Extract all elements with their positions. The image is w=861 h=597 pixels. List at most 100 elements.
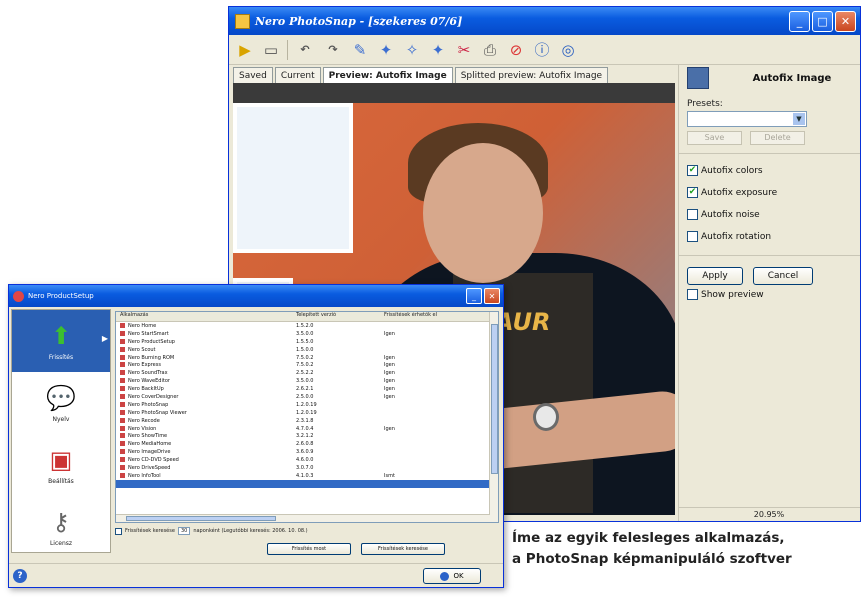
row-version: 7.5.0.2 xyxy=(296,362,314,369)
presets-dropdown[interactable]: ▼ xyxy=(687,111,807,127)
preset-save-button[interactable]: Save xyxy=(687,131,742,145)
table-row[interactable]: Nero WaveEditor 3.5.0.0 Igen xyxy=(116,377,498,385)
update-now-button[interactable]: Frissítés most xyxy=(267,543,351,555)
table-row[interactable]: Nero Scout 1.5.0.0 xyxy=(116,346,498,354)
autofix-exposure-option[interactable]: ✔ Autofix exposure xyxy=(687,187,777,198)
wand-3-icon[interactable]: ✦ xyxy=(428,40,448,60)
web-icon[interactable]: ◎ xyxy=(558,40,578,60)
row-app-name: Nero CD-DVD Speed xyxy=(128,457,179,464)
application-list[interactable]: Alkalmazás Telepített verzió Frissítések… xyxy=(115,311,499,523)
autofix-rotation-checkbox[interactable] xyxy=(687,231,698,242)
autofix-rotation-option[interactable]: Autofix rotation xyxy=(687,231,771,242)
check-updates-button[interactable]: Frissítések keresése xyxy=(361,543,445,555)
autofix-panel: Autofix Image Presets: ▼ Save Delete ✔ A… xyxy=(678,65,860,521)
autofix-noise-checkbox[interactable] xyxy=(687,209,698,220)
ok-button[interactable]: OK xyxy=(423,568,481,584)
row-update-status: Igen xyxy=(384,370,395,377)
building-window xyxy=(233,103,353,253)
autofix-exposure-label: Autofix exposure xyxy=(701,187,778,198)
table-row[interactable]: Nero DriveSpeed 3.0.7.0 xyxy=(116,464,498,472)
column-header-application[interactable]: Alkalmazás xyxy=(116,312,296,321)
table-row[interactable]: Nero PhotoSnap Viewer 1.2.0.19 xyxy=(116,409,498,417)
wand-icon[interactable]: ✦ xyxy=(376,40,396,60)
table-row[interactable]: Nero ProductSetup 1.5.5.0 xyxy=(116,338,498,346)
minimize-button[interactable]: _ xyxy=(789,10,810,32)
row-version: 1.5.0.0 xyxy=(296,346,314,353)
photosnap-titlebar[interactable]: Nero PhotoSnap - [szekeres 07/6] _ □ ✕ xyxy=(229,7,860,35)
panel-divider-2 xyxy=(679,255,860,256)
app-icon xyxy=(120,362,125,368)
apply-button[interactable]: Apply xyxy=(687,267,743,285)
close-button[interactable]: ✕ xyxy=(835,10,856,32)
tools-icon[interactable]: ✂ xyxy=(454,40,474,60)
brush-icon[interactable]: ✎ xyxy=(350,40,370,60)
table-row[interactable]: Nero Burning ROM 7.5.0.2 Igen xyxy=(116,354,498,362)
app-icon xyxy=(120,433,125,439)
maximize-button[interactable]: □ xyxy=(812,10,833,32)
wand-2-icon[interactable]: ✧ xyxy=(402,40,422,60)
table-row[interactable]: Nero Recode 2.3.1.8 xyxy=(116,417,498,425)
table-row[interactable]: Nero ImageDrive 3.6.0.9 xyxy=(116,448,498,456)
help-icon[interactable]: ? xyxy=(13,569,27,583)
table-row[interactable]: Nero StartSmart 3.5.0.0 Igen xyxy=(116,330,498,338)
print-icon[interactable]: ⎙ xyxy=(480,40,500,60)
row-update-status: Igen xyxy=(384,354,395,361)
chevron-down-icon[interactable]: ▼ xyxy=(793,113,805,125)
auto-check-days[interactable]: 30 xyxy=(177,527,191,535)
tab-saved[interactable]: Saved xyxy=(233,67,273,84)
app-icon xyxy=(120,322,125,328)
autofix-exposure-checkbox[interactable]: ✔ xyxy=(687,187,698,198)
table-row[interactable]: Nero CD-DVD Speed 4.6.0.0 xyxy=(116,456,498,464)
np-close-button[interactable]: ✕ xyxy=(484,288,500,304)
save-icon[interactable]: ▭ xyxy=(261,40,281,60)
rotate-left-icon[interactable]: ↶ xyxy=(294,40,316,60)
info-icon[interactable]: ⓘ xyxy=(532,40,552,60)
column-header-updates[interactable]: Frissítések érhetők el xyxy=(384,312,484,321)
preset-delete-button[interactable]: Delete xyxy=(750,131,805,145)
row-app-name: Nero PhotoSnap xyxy=(128,401,169,408)
horizontal-scrollbar[interactable] xyxy=(116,514,490,522)
table-row[interactable]: Nero Home 1.5.2.0 xyxy=(116,322,498,330)
table-row[interactable]: Nero CoverDesigner 2.5.0.0 Igen xyxy=(116,393,498,401)
sidebar-item-language[interactable]: 💬 Nyelv xyxy=(12,372,110,434)
sidebar-item-license[interactable]: ⚷ Licensz xyxy=(12,496,110,558)
autofix-colors-option[interactable]: ✔ Autofix colors xyxy=(687,165,763,176)
hscrollbar-thumb[interactable] xyxy=(126,516,276,521)
tab-splitted-preview[interactable]: Splitted preview: Autofix Image xyxy=(454,67,609,84)
caption: Íme az egyik felesleges alkalmazás, a Ph… xyxy=(512,528,857,570)
scrollbar-thumb[interactable] xyxy=(491,324,498,474)
table-row[interactable]: Nero SoundTrax 2.5.2.2 Igen xyxy=(116,369,498,377)
row-version: 2.6.2.1 xyxy=(296,386,314,393)
auto-check-option[interactable]: Frissítések keresése 30 naponként (Legut… xyxy=(115,527,308,535)
table-row[interactable]: Nero Vision 4.7.0.4 Igen xyxy=(116,425,498,433)
table-row[interactable] xyxy=(116,479,498,488)
show-preview-checkbox[interactable] xyxy=(687,289,698,300)
chevron-right-icon: ▶ xyxy=(101,334,108,343)
sidebar-item-settings[interactable]: ▣ Beállítás xyxy=(12,434,110,496)
sidebar-item-update[interactable]: ⬆ Frissítés ▶ xyxy=(12,310,110,372)
auto-check-checkbox[interactable] xyxy=(115,527,122,535)
table-row[interactable]: Nero ShowTime 3.2.1.2 xyxy=(116,432,498,440)
show-preview-option[interactable]: Show preview xyxy=(687,289,764,300)
column-header-installed-version[interactable]: Telepített verzió xyxy=(296,312,384,321)
cancel-button[interactable]: Cancel xyxy=(753,267,813,285)
tab-current[interactable]: Current xyxy=(274,67,321,84)
table-row[interactable]: Nero MediaHome 2.6.0.8 xyxy=(116,440,498,448)
stop-icon[interactable]: ⊘ xyxy=(506,40,526,60)
table-row[interactable]: Nero InfoTool 4.1.0.3 Ismt xyxy=(116,472,498,480)
row-version: 1.2.0.19 xyxy=(296,401,317,408)
table-row[interactable]: Nero PhotoSnap 1.2.0.19 xyxy=(116,401,498,409)
np-minimize-button[interactable]: _ xyxy=(466,288,482,304)
rotate-right-icon[interactable]: ↷ xyxy=(322,40,344,60)
table-row[interactable]: Nero BackItUp 2.6.2.1 Igen xyxy=(116,385,498,393)
tab-preview-autofix[interactable]: Preview: Autofix Image xyxy=(322,67,453,84)
autofix-colors-checkbox[interactable]: ✔ xyxy=(687,165,698,176)
productsetup-titlebar[interactable]: Nero ProductSetup _ ✕ xyxy=(9,285,503,307)
table-row[interactable]: Nero Express 7.5.0.2 Igen xyxy=(116,361,498,369)
autofix-noise-option[interactable]: Autofix noise xyxy=(687,209,760,220)
vertical-scrollbar[interactable] xyxy=(489,312,498,522)
row-version: 3.6.0.9 xyxy=(296,449,314,456)
sidebar-item-label: Nyelv xyxy=(52,415,70,423)
nero-app-icon xyxy=(13,290,24,302)
open-icon[interactable]: ▶ xyxy=(235,40,255,60)
